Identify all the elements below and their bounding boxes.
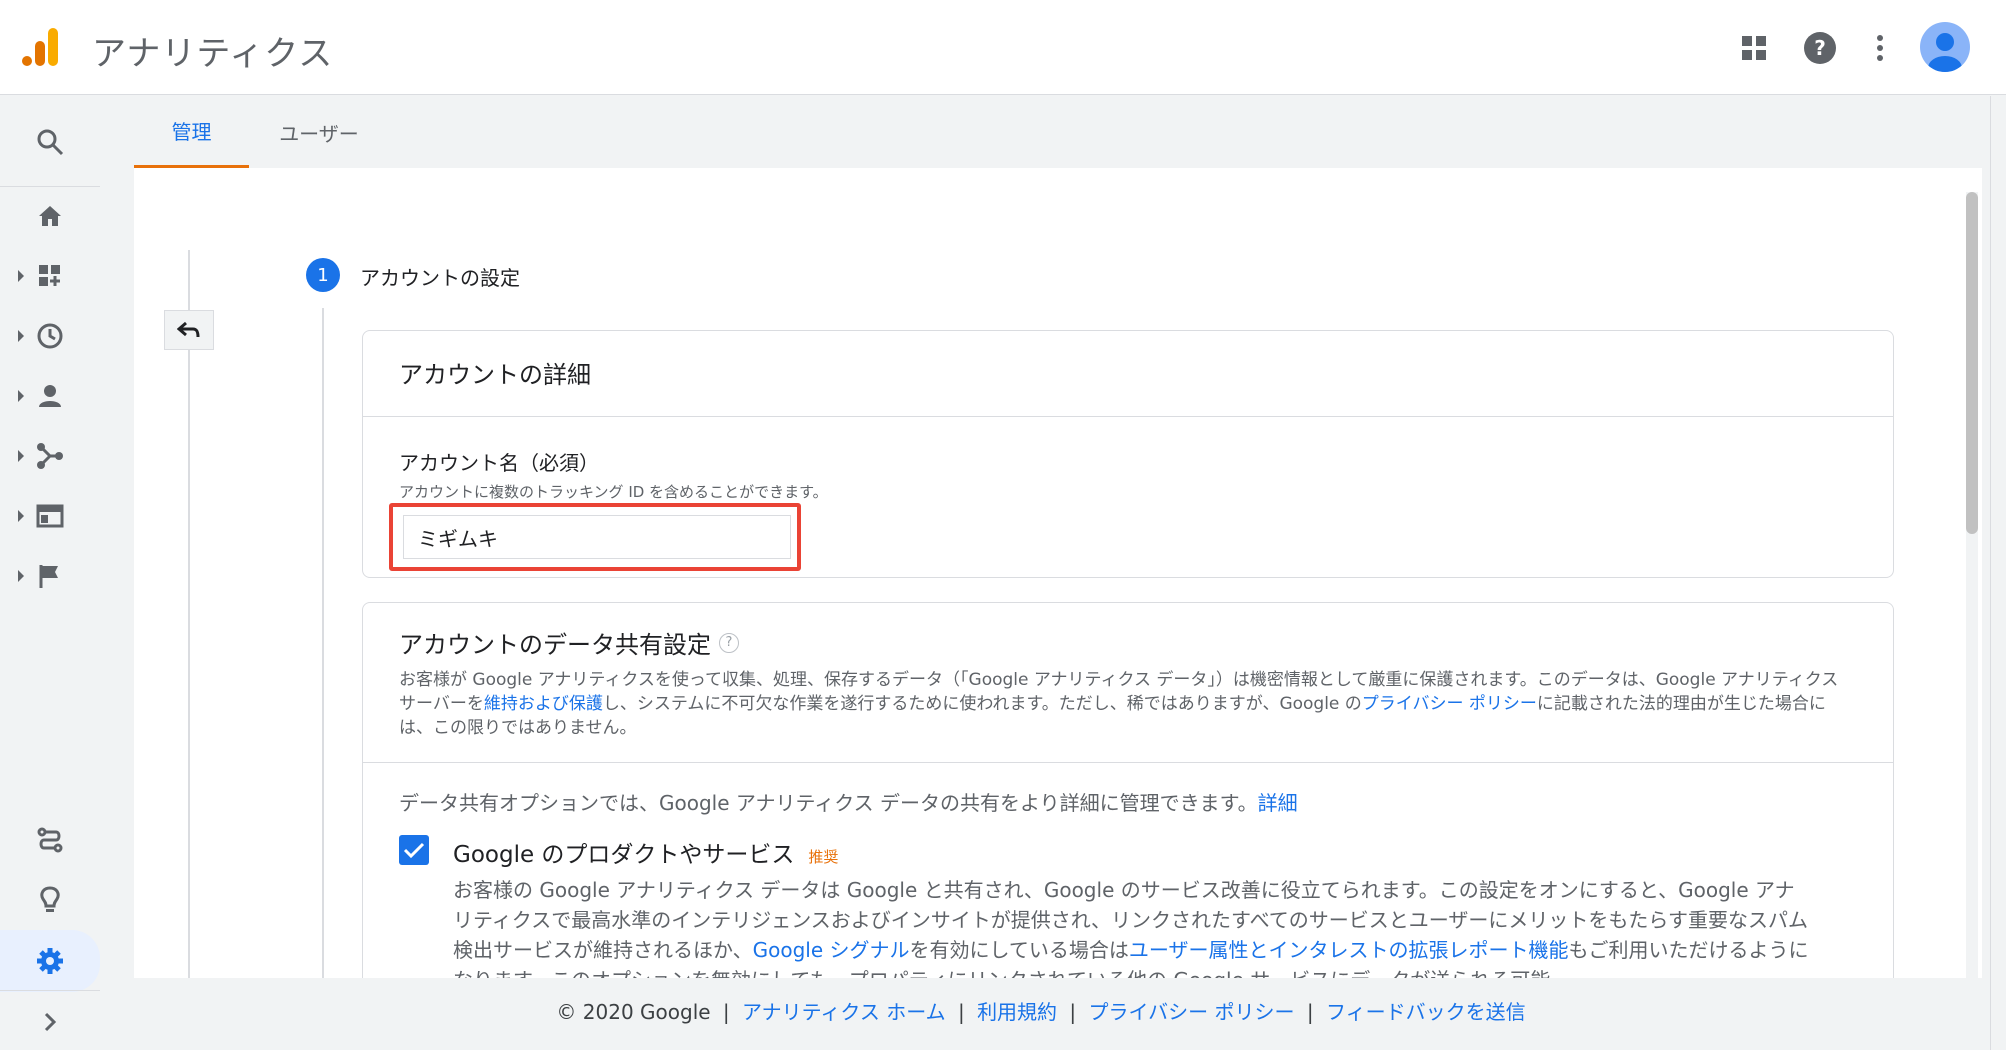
account-name-label: アカウント名（必須） (399, 451, 599, 475)
step-number: 1 (306, 258, 340, 292)
tab-user[interactable]: ユーザー (254, 96, 384, 168)
behavior-icon[interactable] (0, 488, 100, 544)
rail-divider (0, 990, 100, 991)
more-vert-icon[interactable] (1860, 28, 1900, 68)
option-title-text: Google のプロダクトやサービス (453, 842, 795, 868)
conversions-icon[interactable] (0, 548, 100, 604)
google-signals-link[interactable]: Google シグナル (753, 938, 910, 962)
option-title: Google のプロダクトやサービス 推奨 (453, 835, 838, 869)
rail-divider (0, 186, 100, 187)
caret-right-icon (18, 270, 24, 282)
desc-text: を有効にしている場合は (909, 938, 1129, 962)
search-icon[interactable] (0, 114, 100, 170)
separator: | (1306, 1000, 1314, 1024)
caret-right-icon (18, 510, 24, 522)
stepper-line (188, 250, 190, 978)
footer-link-terms[interactable]: 利用規約 (977, 1000, 1057, 1024)
svg-text:?: ? (1814, 36, 1826, 60)
step-label: アカウントの設定 (360, 266, 520, 290)
tab-admin[interactable]: 管理 (134, 96, 249, 168)
app-title: アナリティクス (92, 34, 334, 74)
separator: | (722, 1000, 730, 1024)
insights-icon[interactable] (0, 872, 100, 928)
card-title: アカウントの詳細 (363, 331, 1893, 417)
separator: | (957, 1000, 965, 1024)
privacy-policy-link[interactable]: プライバシー ポリシー (1362, 694, 1537, 714)
option-description: お客様の Google アナリティクス データは Google と共有され、Go… (453, 875, 1813, 978)
footer-link-feedback[interactable]: フィードバックを送信 (1326, 1000, 1526, 1024)
realtime-icon[interactable] (0, 308, 100, 364)
account-name-hint: アカウントに複数のトラッキング ID を含めることができます。 (399, 483, 828, 501)
audience-icon[interactable] (0, 368, 100, 424)
demographics-link[interactable]: ユーザー属性とインタレストの拡張レポート機能 (1129, 938, 1569, 962)
footer: © 2020 Google | アナリティクス ホーム | 利用規約 | プライ… (100, 996, 1982, 1025)
top-bar: アナリティクス ? (0, 0, 2006, 95)
data-sharing-header: アカウントのデータ共有設定 ? お客様が Google アナリティクスを使って収… (363, 603, 1893, 763)
caret-right-icon (18, 330, 24, 342)
intro-text: データ共有オプションでは、Google アナリティクス データの共有をより詳細に… (399, 791, 1258, 815)
check-icon (403, 842, 425, 859)
attribution-icon[interactable] (0, 812, 100, 868)
separator: | (1069, 1000, 1077, 1024)
acquisition-icon[interactable] (0, 428, 100, 484)
help-icon[interactable]: ? (1800, 28, 1840, 68)
scrollbar-thumb[interactable] (1966, 192, 1978, 534)
card-title: アカウントのデータ共有設定 ? (399, 625, 1857, 660)
analytics-logo[interactable] (20, 26, 62, 68)
home-icon[interactable] (0, 188, 100, 244)
account-name-input[interactable] (403, 515, 791, 559)
sharing-intro: データ共有オプションでは、Google アナリティクス データの共有をより詳細に… (399, 787, 1298, 816)
customization-icon[interactable] (0, 248, 100, 304)
data-sharing-description: お客様が Google アナリティクスを使って収集、処理、保存するデータ（「Go… (399, 668, 1859, 740)
expand-icon[interactable] (0, 994, 100, 1050)
data-sharing-card: アカウントのデータ共有設定 ? お客様が Google アナリティクスを使って収… (362, 602, 1894, 978)
caret-right-icon (18, 390, 24, 402)
recommended-badge: 推奨 (808, 848, 839, 866)
maintain-protect-link[interactable]: 維持および保護 (484, 694, 603, 714)
stepper-line (322, 308, 324, 978)
footer-link-privacy[interactable]: プライバシー ポリシー (1089, 1000, 1295, 1024)
desc-text: し、システムに不可欠な作業を遂行するために使われます。ただし、稀ではありますが、… (602, 694, 1362, 714)
data-sharing-title: アカウントのデータ共有設定 (399, 631, 711, 659)
admin-gear-icon[interactable] (0, 930, 100, 992)
avatar[interactable] (1920, 22, 1970, 72)
back-arrow-icon (177, 321, 200, 338)
window-scrollbar[interactable] (1990, 96, 2006, 1050)
highlight-box (389, 503, 801, 571)
copyright: © 2020 Google (556, 1000, 711, 1024)
caret-right-icon (18, 570, 24, 582)
help-circle-icon[interactable]: ? (719, 632, 739, 653)
learn-more-link[interactable]: 詳細 (1258, 791, 1298, 815)
back-button[interactable] (164, 310, 214, 350)
left-rail (0, 96, 100, 1050)
apps-grid-icon[interactable] (1734, 28, 1774, 68)
panel-scrollbar[interactable] (1966, 192, 1978, 978)
main-panel: 1 アカウントの設定 アカウントの詳細 アカウント名（必須） アカウントに複数の… (134, 168, 1982, 978)
google-products-checkbox[interactable] (399, 835, 429, 865)
footer-link-home[interactable]: アナリティクス ホーム (742, 1000, 946, 1024)
account-details-card: アカウントの詳細 アカウント名（必須） アカウントに複数のトラッキング ID を… (362, 330, 1894, 578)
caret-right-icon (18, 450, 24, 462)
